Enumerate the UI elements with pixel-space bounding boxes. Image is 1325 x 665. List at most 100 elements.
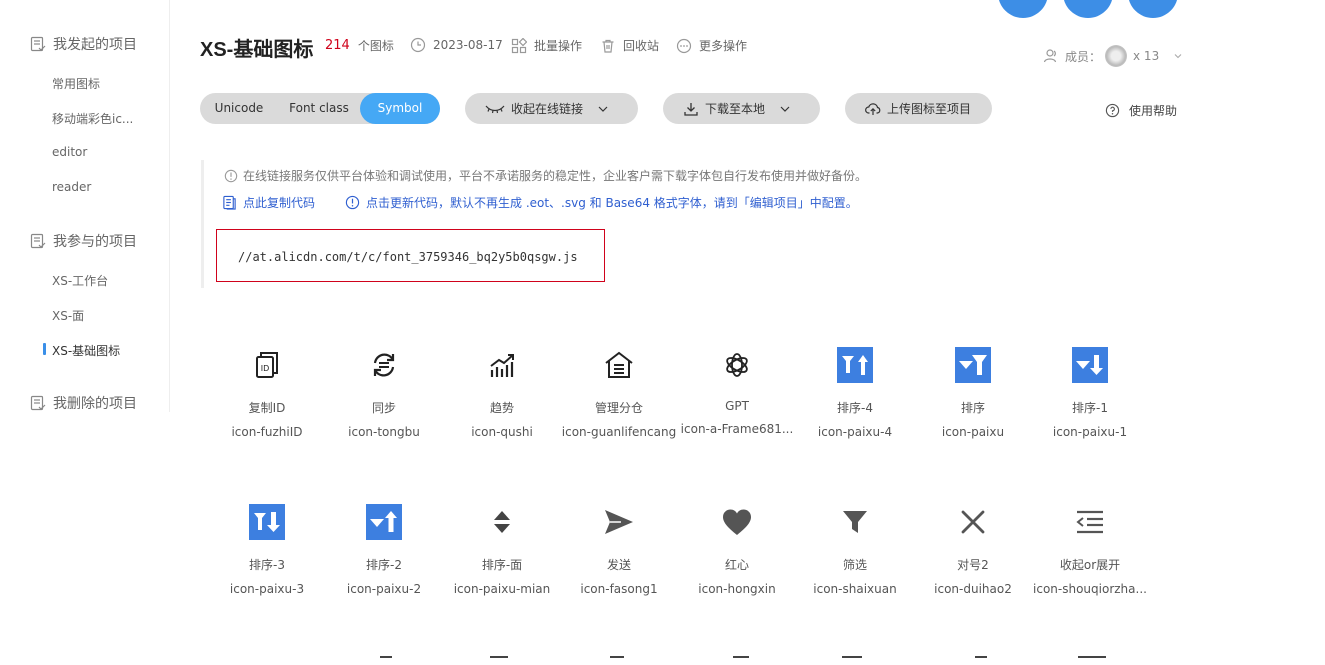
- sidebar-item-reader[interactable]: reader: [52, 180, 91, 194]
- copy-code-link[interactable]: 点此复制代码: [222, 194, 315, 211]
- chevron-down-icon: [780, 106, 790, 112]
- more-operations-button[interactable]: 更多操作: [676, 37, 747, 54]
- help-link[interactable]: 使用帮助: [1105, 102, 1177, 119]
- icon-card[interactable]: 对号2 icon-duihao2: [914, 502, 1032, 596]
- icon-code: icon-tongbu: [348, 425, 420, 439]
- sidebar-item-editor[interactable]: editor: [52, 145, 87, 159]
- eye-closed-icon: [485, 105, 505, 113]
- icon-name: 复制ID: [248, 401, 286, 415]
- icon-code: icon-paixu-3: [229, 582, 305, 596]
- fab-button-1[interactable]: [998, 0, 1048, 18]
- collapse-online-link-button[interactable]: 收起在线链接: [465, 93, 638, 124]
- sync-icon: [364, 345, 404, 385]
- icon-peek: [380, 656, 392, 665]
- icon-code: icon-fuzhiID: [231, 425, 303, 439]
- icon-card[interactable]: 筛选 icon-shaixuan: [796, 502, 914, 596]
- icon-card[interactable]: 管理分仓 icon-guanlifencang: [560, 345, 678, 439]
- icon-card[interactable]: 排序-1 icon-paixu-1: [1031, 345, 1149, 439]
- icon-card[interactable]: 排序-4 icon-paixu-4: [796, 345, 914, 439]
- fab-button-2[interactable]: [1063, 0, 1113, 18]
- chevron-down-icon: [598, 106, 608, 112]
- tab-symbol[interactable]: Symbol: [360, 93, 440, 124]
- more-icon: [676, 38, 692, 53]
- members-icon: [1043, 49, 1057, 63]
- members-dropdown[interactable]: 成员： x 13: [1043, 45, 1183, 67]
- send-icon: [599, 502, 639, 542]
- icon-count-number: 214: [325, 38, 350, 53]
- sidebar-section-label: 我删除的项目: [53, 396, 137, 412]
- sidebar-item-face[interactable]: XS-面: [52, 307, 84, 324]
- members-label: 成员：: [1065, 49, 1102, 64]
- icon-code: icon-paixu: [941, 425, 1005, 439]
- sidebar-item-common[interactable]: 常用图标: [52, 75, 100, 92]
- icon-name: 排序: [960, 401, 985, 415]
- created-date: 2023-08-17: [410, 37, 503, 53]
- icon-card[interactable]: 收起or展开 icon-shouqiorzha...: [1031, 502, 1149, 596]
- batch-operation-button[interactable]: 批量操作: [511, 37, 582, 54]
- download-local-button[interactable]: 下载至本地: [663, 93, 820, 124]
- more-label: 更多操作: [699, 39, 748, 53]
- sidebar: 我发起的项目 常用图标 移动端彩色ic... editor reader 我参与…: [0, 0, 170, 412]
- trash-icon: [602, 39, 614, 53]
- icon-name: 红心: [724, 558, 749, 572]
- icon-code: icon-paixu-mian: [453, 582, 551, 596]
- update-code-link[interactable]: 点击更新代码，默认不再生成 .eot、.svg 和 Base64 格式字体，请到…: [345, 194, 858, 211]
- icon-card[interactable]: 红心 icon-hongxin: [678, 502, 796, 596]
- sidebar-item-mobile[interactable]: 移动端彩色ic...: [52, 110, 133, 127]
- sidebar-item-basic-icons[interactable]: XS-基础图标: [42, 342, 120, 359]
- recycle-bin-button[interactable]: 回收站: [600, 37, 659, 54]
- chevron-down-icon: [1174, 54, 1182, 59]
- download-icon: [684, 102, 698, 116]
- icon-card[interactable]: ID 复制ID icon-fuzhiID: [208, 345, 326, 439]
- notice-text: 在线链接服务仅供平台体验和调试使用，平台不承诺服务的稳定性，企业客户需下载字体包…: [243, 169, 868, 183]
- icon-card[interactable]: 排序 icon-paixu: [914, 345, 1032, 439]
- sidebar-section-joined[interactable]: 我参与的项目: [30, 231, 137, 251]
- icon-card[interactable]: 趋势 icon-qushi: [443, 345, 561, 439]
- page-title: XS-基础图标: [200, 39, 314, 61]
- icon-card[interactable]: 排序-3 icon-paixu-3: [208, 502, 326, 596]
- icon-card[interactable]: 同步 icon-tongbu: [325, 345, 443, 439]
- icon-card[interactable]: 发送 icon-fasong1: [560, 502, 678, 596]
- heart-icon: [717, 502, 757, 542]
- icon-peek: [733, 656, 749, 665]
- sidebar-section-label: 我参与的项目: [53, 234, 137, 250]
- icon-code: icon-shouqiorzha...: [1033, 582, 1147, 596]
- icon-peek: [610, 656, 624, 665]
- close-x-icon: [953, 502, 993, 542]
- help-label: 使用帮助: [1129, 104, 1178, 118]
- collapse-link-label: 收起在线链接: [511, 102, 584, 116]
- icon-name: GPT: [725, 399, 749, 413]
- icon-card[interactable]: 排序-面 icon-paixu-mian: [443, 502, 561, 596]
- warehouse-icon: [599, 345, 639, 385]
- sidebar-section-created[interactable]: 我发起的项目: [30, 34, 137, 54]
- update-code-label: 点击更新代码，默认不再生成 .eot、.svg 和 Base64 格式字体，请到…: [366, 196, 858, 210]
- sort-face-icon: [482, 502, 522, 542]
- icon-code: icon-fasong1: [580, 582, 658, 596]
- cloud-upload-icon: [865, 102, 881, 115]
- upload-icons-button[interactable]: 上传图标至项目: [845, 93, 992, 124]
- sort-1-icon: [1070, 345, 1110, 385]
- icon-code: icon-guanlifencang: [561, 425, 677, 439]
- icon-code: icon-paixu-4: [817, 425, 893, 439]
- fab-button-3[interactable]: [1128, 0, 1178, 18]
- copy-id-icon: ID: [247, 345, 287, 385]
- online-link-code[interactable]: //at.alicdn.com/t/c/font_3759346_bq2y5b0…: [216, 229, 605, 282]
- tab-unicode[interactable]: Unicode: [200, 93, 278, 124]
- download-label: 下载至本地: [705, 102, 766, 116]
- sidebar-section-label: 我发起的项目: [53, 37, 137, 53]
- clock-icon: [410, 37, 426, 53]
- icon-card[interactable]: GPT icon-a-Frame681...: [678, 345, 796, 436]
- icon-code: icon-paixu-1: [1052, 425, 1128, 439]
- code-format-tabs: Unicode Font class Symbol: [200, 93, 440, 124]
- tab-font-class[interactable]: Font class: [278, 93, 360, 124]
- recycle-label: 回收站: [623, 39, 660, 53]
- sidebar-section-deleted[interactable]: 我删除的项目: [30, 393, 137, 413]
- icon-name: 对号2: [957, 558, 989, 572]
- trend-icon: [482, 345, 522, 385]
- info-circle-icon: [345, 195, 360, 210]
- sidebar-item-workbench[interactable]: XS-工作台: [52, 272, 108, 289]
- icon-name: 筛选: [842, 558, 867, 572]
- date-text: 2023-08-17: [433, 38, 503, 52]
- icon-card[interactable]: 排序-2 icon-paixu-2: [325, 502, 443, 596]
- batch-label: 批量操作: [534, 39, 583, 53]
